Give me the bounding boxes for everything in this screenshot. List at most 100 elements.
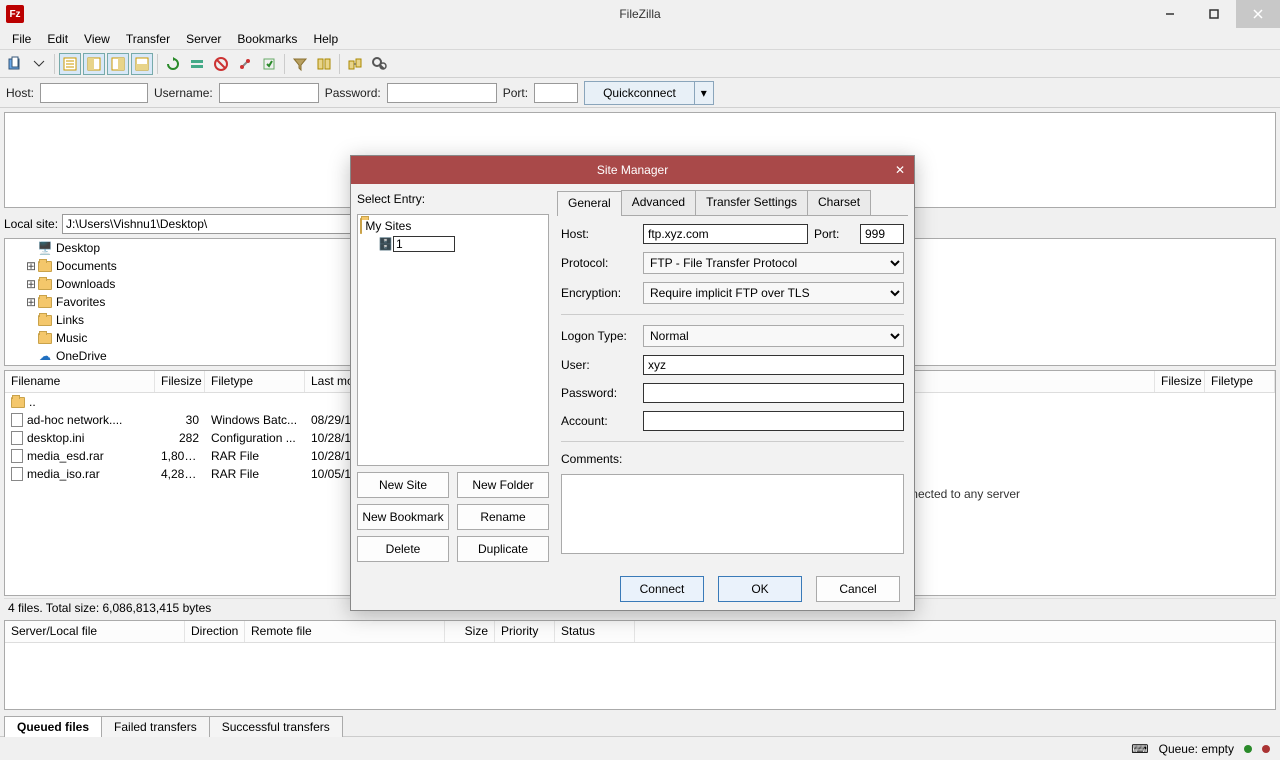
sm-protocol-select[interactable]: FTP - File Transfer Protocol [643,252,904,274]
menu-edit[interactable]: Edit [39,30,76,48]
tab-transfer-settings[interactable]: Transfer Settings [695,190,808,215]
tab-general[interactable]: General [557,191,622,216]
dialog-titlebar: Site Manager ✕ [351,156,914,184]
quickconnect-dropdown-icon[interactable]: ▾ [695,86,713,100]
new-site-button[interactable]: New Site [357,472,449,498]
minimize-button[interactable] [1148,0,1192,28]
quickconnect-button[interactable]: Quickconnect ▾ [584,81,714,105]
menu-file[interactable]: File [4,30,39,48]
sync-browse-icon[interactable] [344,53,366,75]
tree-item[interactable]: Desktop [56,241,100,255]
dialog-close-icon[interactable]: ✕ [890,160,910,180]
sm-host-input[interactable] [643,224,808,244]
qcol-status[interactable]: Status [555,621,635,642]
tree-item[interactable]: Favorites [56,295,105,309]
menu-help[interactable]: Help [305,30,346,48]
delete-button[interactable]: Delete [357,536,449,562]
menubar: File Edit View Transfer Server Bookmarks… [0,28,1280,50]
site-name-input[interactable] [393,236,455,252]
menu-view[interactable]: View [76,30,118,48]
queue-tabs: Queued files Failed transfers Successful… [4,712,1276,736]
sm-encryption-select[interactable]: Require implicit FTP over TLS [643,282,904,304]
maximize-button[interactable] [1192,0,1236,28]
sm-comments-input[interactable] [561,474,904,554]
sm-protocol-label: Protocol: [561,256,637,270]
host-input[interactable] [40,83,148,103]
password-input[interactable] [387,83,497,103]
connect-button[interactable]: Connect [620,576,704,602]
sm-account-label: Account: [561,414,637,428]
quickconnect-bar: Host: Username: Password: Port: Quickcon… [0,78,1280,108]
dropdown-icon[interactable] [28,53,50,75]
new-bookmark-button[interactable]: New Bookmark [357,504,449,530]
sm-encryption-label: Encryption: [561,286,637,300]
log-toggle-icon[interactable] [59,53,81,75]
col-filetype[interactable]: Filetype [205,371,305,392]
col-filename[interactable]: Filename [5,371,155,392]
username-input[interactable] [219,83,319,103]
host-label: Host: [6,86,34,100]
site-root[interactable]: My Sites [365,219,411,233]
duplicate-button[interactable]: Duplicate [457,536,549,562]
sm-logon-label: Logon Type: [561,329,637,343]
close-button[interactable] [1236,0,1280,28]
tab-failed[interactable]: Failed transfers [101,716,210,737]
remote-tree-toggle-icon[interactable] [107,53,129,75]
disconnect-icon[interactable] [234,53,256,75]
toolbar [0,50,1280,78]
transfer-queue[interactable]: Server/Local file Direction Remote file … [4,620,1276,710]
reconnect-icon[interactable] [258,53,280,75]
qcol-direction[interactable]: Direction [185,621,245,642]
refresh-icon[interactable] [162,53,184,75]
tab-charset[interactable]: Charset [807,190,871,215]
tab-successful[interactable]: Successful transfers [209,716,343,737]
rename-button[interactable]: Rename [457,504,549,530]
site-tree[interactable]: My Sites 🗄️ [357,214,549,466]
tree-item[interactable]: Links [56,313,84,327]
qcol-server[interactable]: Server/Local file [5,621,185,642]
site-manager-icon[interactable] [4,53,26,75]
rcol-filesize[interactable]: Filesize [1155,371,1205,392]
tree-item[interactable]: Music [56,331,87,345]
qcol-size[interactable]: Size [445,621,495,642]
new-folder-button[interactable]: New Folder [457,472,549,498]
queue-toggle-icon[interactable] [131,53,153,75]
sm-account-input [643,411,904,431]
sm-logon-select[interactable]: Normal [643,325,904,347]
local-site-label: Local site: [4,217,58,231]
menu-transfer[interactable]: Transfer [118,30,178,48]
qcol-remote[interactable]: Remote file [245,621,445,642]
sm-port-label: Port: [814,227,854,241]
sm-user-label: User: [561,358,637,372]
activity-led-2 [1262,745,1270,753]
qcol-priority[interactable]: Priority [495,621,555,642]
port-input[interactable] [534,83,578,103]
app-icon: Fz [6,5,24,23]
tree-item[interactable]: OneDrive [56,349,107,363]
local-tree-toggle-icon[interactable] [83,53,105,75]
tree-item[interactable]: Documents [56,259,117,273]
filter-icon[interactable] [289,53,311,75]
username-label: Username: [154,86,213,100]
sm-host-label: Host: [561,227,637,241]
sm-port-input[interactable] [860,224,904,244]
tree-item[interactable]: Downloads [56,277,115,291]
menu-server[interactable]: Server [178,30,229,48]
cancel-icon[interactable] [210,53,232,75]
sm-user-input[interactable] [643,355,904,375]
menu-bookmarks[interactable]: Bookmarks [229,30,305,48]
sm-password-input[interactable] [643,383,904,403]
ok-button[interactable]: OK [718,576,802,602]
status-bar: ⌨ Queue: empty [0,736,1280,760]
compare-icon[interactable] [313,53,335,75]
activity-led-1 [1244,745,1252,753]
cancel-button[interactable]: Cancel [816,576,900,602]
queue-status: Queue: empty [1159,742,1234,756]
tab-advanced[interactable]: Advanced [621,190,696,215]
process-queue-icon[interactable] [186,53,208,75]
search-icon[interactable] [368,53,390,75]
sm-password-label: Password: [561,386,637,400]
tab-queued[interactable]: Queued files [4,716,102,737]
rcol-filetype[interactable]: Filetype [1205,371,1275,392]
col-filesize[interactable]: Filesize [155,371,205,392]
